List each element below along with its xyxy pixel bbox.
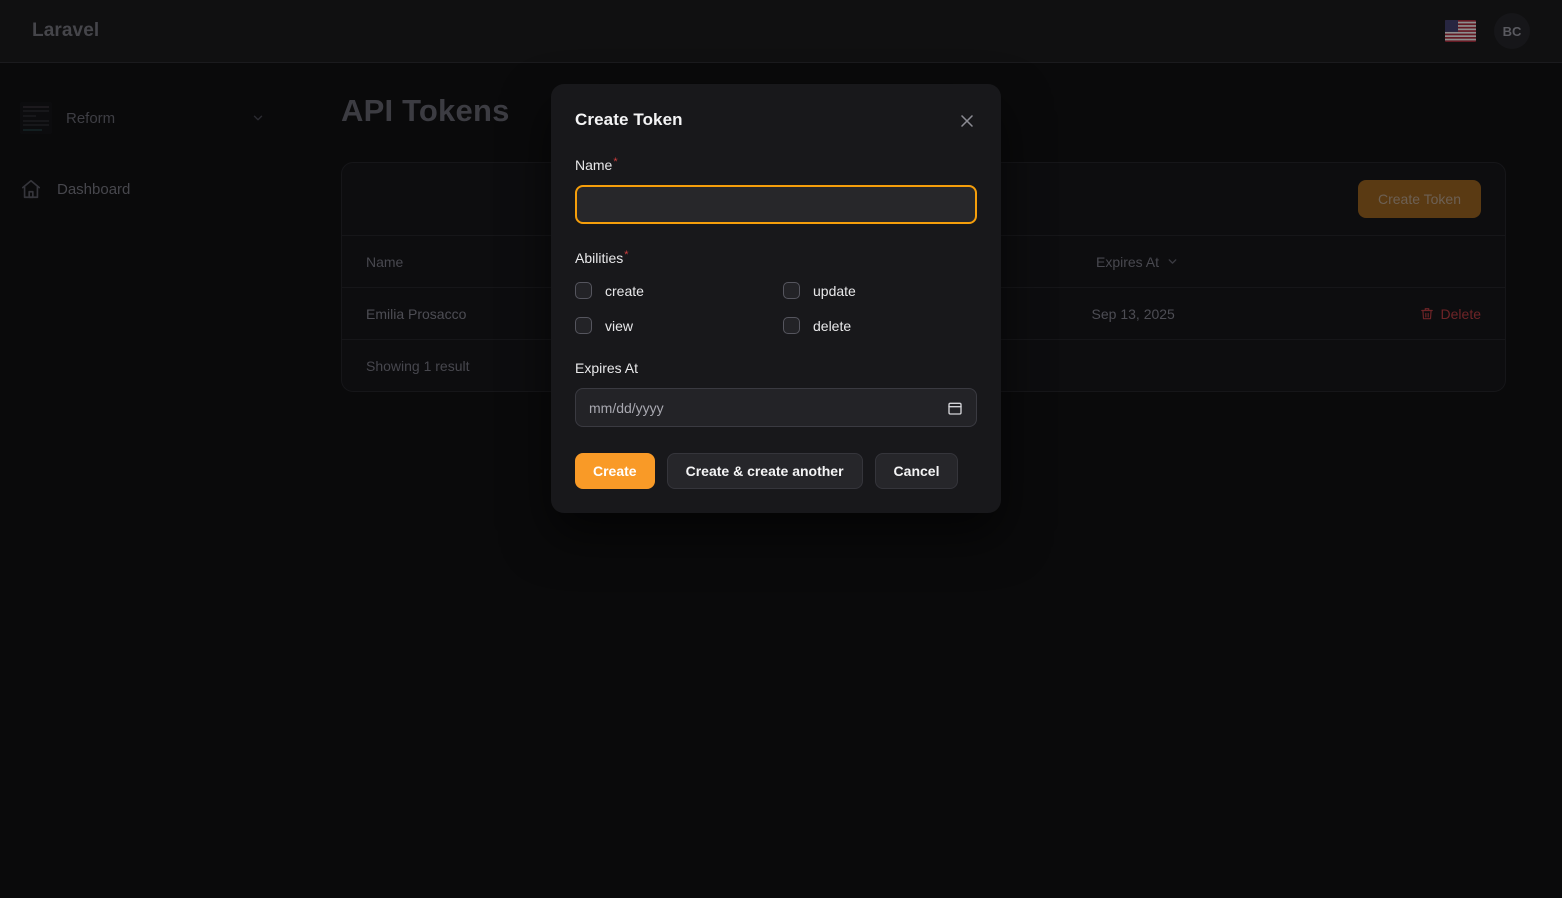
create-button[interactable]: Create (575, 453, 655, 489)
create-token-button[interactable]: Create Token (1357, 180, 1481, 218)
create-another-button[interactable]: Create & create another (666, 453, 863, 489)
close-icon[interactable] (957, 111, 977, 131)
abilities-label-text: Abilities (575, 250, 624, 266)
top-bar-right: BC (1445, 13, 1530, 49)
ability-checkbox-update[interactable]: update (783, 282, 991, 299)
expires-label-text: Expires At (575, 360, 639, 376)
name-field-group: Name * (575, 157, 977, 224)
required-marker: * (624, 249, 629, 261)
abilities-label: Abilities * (575, 249, 629, 267)
abilities-field-group: Abilities * create update view delete (575, 250, 977, 334)
ability-checkbox-view[interactable]: view (575, 317, 783, 334)
column-header-expires-at-label: Expires At (1096, 253, 1160, 270)
delete-button[interactable]: Delete (1420, 306, 1481, 322)
modal-title: Create Token (575, 110, 683, 129)
top-bar: Laravel BC (0, 0, 1562, 63)
ability-label: create (605, 282, 644, 299)
expires-label: Expires At (575, 360, 638, 376)
name-input[interactable] (575, 185, 977, 224)
avatar[interactable]: BC (1494, 13, 1530, 49)
ability-label: delete (813, 317, 852, 334)
ability-checkbox-create[interactable]: create (575, 282, 783, 299)
checkbox-icon[interactable] (783, 317, 800, 334)
cell-expires-at: Sep 13, 2025 (1091, 305, 1175, 322)
required-marker: * (613, 156, 618, 168)
sidebar-item-label: Dashboard (57, 180, 131, 198)
checkbox-icon[interactable] (575, 317, 592, 334)
cell-actions: Delete (1420, 306, 1481, 322)
column-header-name-label: Name (366, 253, 404, 270)
calendar-icon[interactable] (947, 400, 963, 416)
name-label-text: Name (575, 157, 613, 173)
checkbox-icon[interactable] (783, 282, 800, 299)
tenant-logo-thumbnail (20, 102, 52, 134)
avatar-initials: BC (1502, 23, 1522, 39)
date-placeholder: mm/dd/yyyy (589, 399, 664, 416)
tenant-switcher[interactable]: Reform (0, 96, 285, 140)
sidebar: Reform Dashboard (0, 63, 285, 898)
cancel-button[interactable]: Cancel (874, 453, 959, 489)
checkbox-icon[interactable] (575, 282, 592, 299)
delete-label: Delete (1440, 305, 1481, 322)
chevron-down-icon (253, 115, 263, 121)
sidebar-item-dashboard[interactable]: Dashboard (0, 168, 285, 210)
us-flag-icon[interactable] (1445, 20, 1476, 42)
home-icon (21, 179, 41, 199)
app-brand: Laravel (32, 20, 100, 41)
create-token-modal: Create Token Name * Abilities * create u… (551, 84, 1001, 513)
ability-checkbox-delete[interactable]: delete (783, 317, 991, 334)
expires-date-input[interactable]: mm/dd/yyyy (575, 388, 977, 427)
abilities-grid: create update view delete (575, 282, 977, 334)
ability-label: update (813, 282, 856, 299)
modal-actions: Create Create & create another Cancel (575, 453, 977, 489)
result-count: Showing 1 result (366, 357, 470, 374)
column-header-expires-at[interactable]: Expires At (1096, 254, 1426, 270)
modal-header: Create Token (575, 110, 977, 131)
name-label: Name * (575, 156, 618, 174)
expires-field-group: Expires At mm/dd/yyyy (575, 360, 977, 427)
chevron-down-icon (1168, 259, 1177, 264)
tenant-name: Reform (66, 109, 116, 127)
trash-icon (1420, 307, 1433, 319)
ability-label: view (605, 317, 634, 334)
